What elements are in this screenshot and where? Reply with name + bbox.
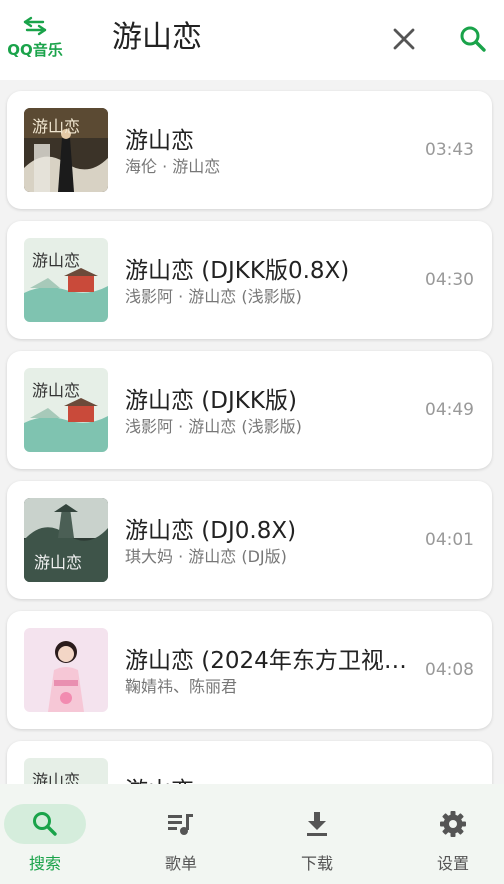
song-item[interactable]: 游山恋 游山恋 (DJ0.8X) 琪大妈 · 游山恋 (DJ版) 04:01 xyxy=(7,481,492,599)
playlist-icon xyxy=(168,814,193,835)
download-icon xyxy=(307,812,327,836)
nav-tab-search[interactable]: 搜索 xyxy=(0,804,90,874)
search-results-list[interactable]: 游山恋 游山恋 海伦 · 游山恋 03:43 游山恋 游山恋 (DJKK版0.8… xyxy=(0,80,504,784)
album-cover: 游山恋 xyxy=(24,238,108,322)
nav-tab-settings[interactable]: 设置 xyxy=(408,804,498,874)
song-title: 游山恋 xyxy=(125,128,194,154)
search-icon[interactable] xyxy=(458,24,488,54)
nav-label: 设置 xyxy=(436,854,469,873)
close-icon[interactable] xyxy=(389,24,419,54)
svg-text:游山恋: 游山恋 xyxy=(32,251,80,270)
svg-text:游山恋: 游山恋 xyxy=(32,381,80,400)
nav-tab-download[interactable]: 下载 xyxy=(272,804,362,874)
song-artist-album: 浅影阿 · 游山恋 (浅影版) xyxy=(125,417,302,436)
music-source-label: QQ音乐 xyxy=(7,41,63,59)
song-artist-album: 鞠婧祎、陈丽君 xyxy=(125,677,238,696)
nav-label: 搜索 xyxy=(28,854,61,873)
song-title: 游山恋 (DJ0.8X) xyxy=(125,518,297,544)
nav-active-indicator xyxy=(4,804,86,844)
album-cover: 游山恋 xyxy=(24,108,108,192)
top-bar: QQ音乐 xyxy=(0,0,504,80)
search-input[interactable] xyxy=(112,16,372,60)
song-title: 游山恋 (DJKK版) xyxy=(125,388,297,414)
song-item[interactable]: 游山恋 游山恋 xyxy=(7,741,492,784)
svg-text:游山恋: 游山恋 xyxy=(34,553,82,572)
album-cover: 游山恋 xyxy=(24,758,108,784)
album-cover: 游山恋 xyxy=(24,368,108,452)
song-title: 游山恋 (2024年东方卫视春晚) xyxy=(125,648,415,674)
song-duration: 04:30 xyxy=(425,270,474,290)
song-duration: 03:43 xyxy=(425,140,474,160)
song-duration: 04:08 xyxy=(425,660,474,680)
song-item[interactable]: 游山恋 游山恋 (DJKK版0.8X) 浅影阿 · 游山恋 (浅影版) 04:3… xyxy=(7,221,492,339)
song-artist-album: 琪大妈 · 游山恋 (DJ版) xyxy=(125,547,287,566)
album-cover xyxy=(24,628,108,712)
song-duration: 04:01 xyxy=(425,530,474,550)
search-icon xyxy=(33,812,57,836)
song-artist-album: 浅影阿 · 游山恋 (浅影版) xyxy=(125,287,302,306)
song-duration: 04:49 xyxy=(425,400,474,420)
song-artist-album: 海伦 · 游山恋 xyxy=(125,157,221,176)
song-title: 游山恋 xyxy=(125,771,415,784)
nav-label: 歌单 xyxy=(164,854,197,873)
svg-text:游山恋: 游山恋 xyxy=(32,117,80,136)
song-title: 游山恋 (DJKK版0.8X) xyxy=(125,258,350,284)
music-source-switch[interactable]: QQ音乐 xyxy=(4,16,66,66)
swap-icon xyxy=(23,16,47,36)
settings-icon xyxy=(440,811,466,837)
bottom-navigation: 搜索 歌单 下载 设置 xyxy=(0,784,504,884)
song-item[interactable]: 游山恋 游山恋 海伦 · 游山恋 03:43 xyxy=(7,91,492,209)
song-item[interactable]: 游山恋 游山恋 (DJKK版) 浅影阿 · 游山恋 (浅影版) 04:49 xyxy=(7,351,492,469)
svg-text:游山恋: 游山恋 xyxy=(32,771,80,784)
song-item[interactable]: 游山恋 (2024年东方卫视春晚) 鞠婧祎、陈丽君 04:08 xyxy=(7,611,492,729)
nav-label: 下载 xyxy=(300,854,333,873)
album-cover: 游山恋 xyxy=(24,498,108,582)
nav-tab-playlist[interactable]: 歌单 xyxy=(136,804,226,874)
